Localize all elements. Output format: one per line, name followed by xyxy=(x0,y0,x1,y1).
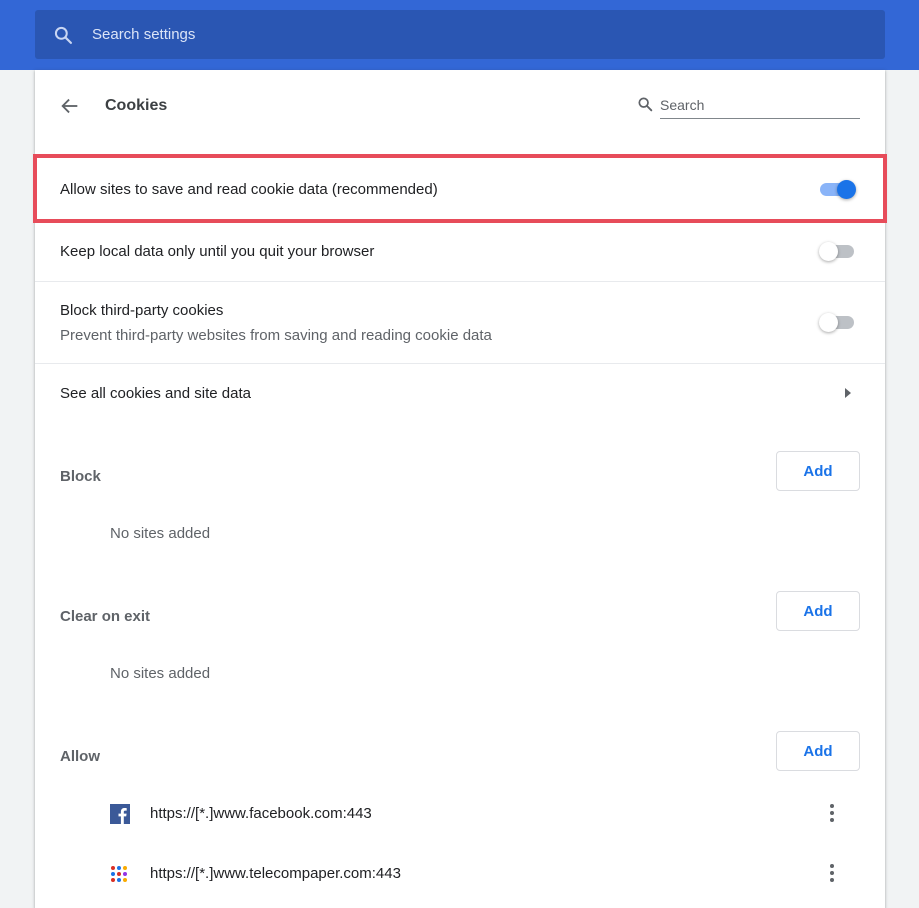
page-title: Cookies xyxy=(105,97,168,114)
block-section-title: Block xyxy=(60,468,101,485)
settings-search-input[interactable] xyxy=(92,20,852,49)
keep-local-data-toggle[interactable] xyxy=(819,242,856,261)
back-arrow-icon[interactable] xyxy=(59,95,81,117)
telecompaper-icon xyxy=(111,866,127,882)
allow-section-title: Allow xyxy=(60,748,100,765)
site-url: https://[*.]www.telecompaper.com:443 xyxy=(150,865,401,882)
clear-on-exit-add-button[interactable]: Add xyxy=(776,591,860,631)
more-vert-icon[interactable] xyxy=(823,803,841,823)
cookies-settings-card: Cookies Allow sites to save and read coo… xyxy=(33,70,887,908)
site-row-telecompaper: https://[*.]www.telecompaper.com:443 xyxy=(35,853,885,893)
clear-on-exit-section-title: Clear on exit xyxy=(60,608,151,625)
setting-label: Block third-party cookies xyxy=(60,302,224,319)
search-icon xyxy=(54,26,72,45)
setting-block-third-party[interactable]: Block third-party cookies Prevent third-… xyxy=(35,282,885,363)
see-all-cookies-row[interactable]: See all cookies and site data xyxy=(35,364,885,422)
site-row-facebook: https://[*.]www.facebook.com:443 xyxy=(35,793,885,833)
page-header: Cookies xyxy=(35,70,885,140)
facebook-icon xyxy=(110,804,130,824)
setting-allow-cookies[interactable]: Allow sites to save and read cookie data… xyxy=(35,158,885,220)
setting-sublabel: Prevent third-party websites from saving… xyxy=(60,327,492,344)
allow-add-button[interactable]: Add xyxy=(776,731,860,771)
see-all-label: See all cookies and site data xyxy=(60,385,251,402)
block-add-button[interactable]: Add xyxy=(776,451,860,491)
setting-label: Allow sites to save and read cookie data… xyxy=(60,181,438,198)
toggle-knob xyxy=(819,242,838,261)
chevron-right-icon[interactable] xyxy=(843,387,853,399)
more-vert-icon[interactable] xyxy=(823,863,841,883)
site-url: https://[*.]www.facebook.com:443 xyxy=(150,805,372,822)
top-bar xyxy=(0,0,919,70)
toggle-knob xyxy=(819,313,838,332)
toggle-knob xyxy=(837,180,856,199)
cookies-search-input[interactable] xyxy=(660,92,860,119)
clear-on-exit-empty-message: No sites added xyxy=(110,665,211,682)
search-icon xyxy=(638,97,653,112)
settings-search-box[interactable] xyxy=(35,10,885,59)
block-empty-message: No sites added xyxy=(110,525,211,542)
allow-cookies-toggle[interactable] xyxy=(820,180,856,199)
setting-keep-local-data[interactable]: Keep local data only until you quit your… xyxy=(35,222,885,281)
setting-label: Keep local data only until you quit your… xyxy=(60,243,375,260)
block-third-party-toggle[interactable] xyxy=(819,313,856,332)
